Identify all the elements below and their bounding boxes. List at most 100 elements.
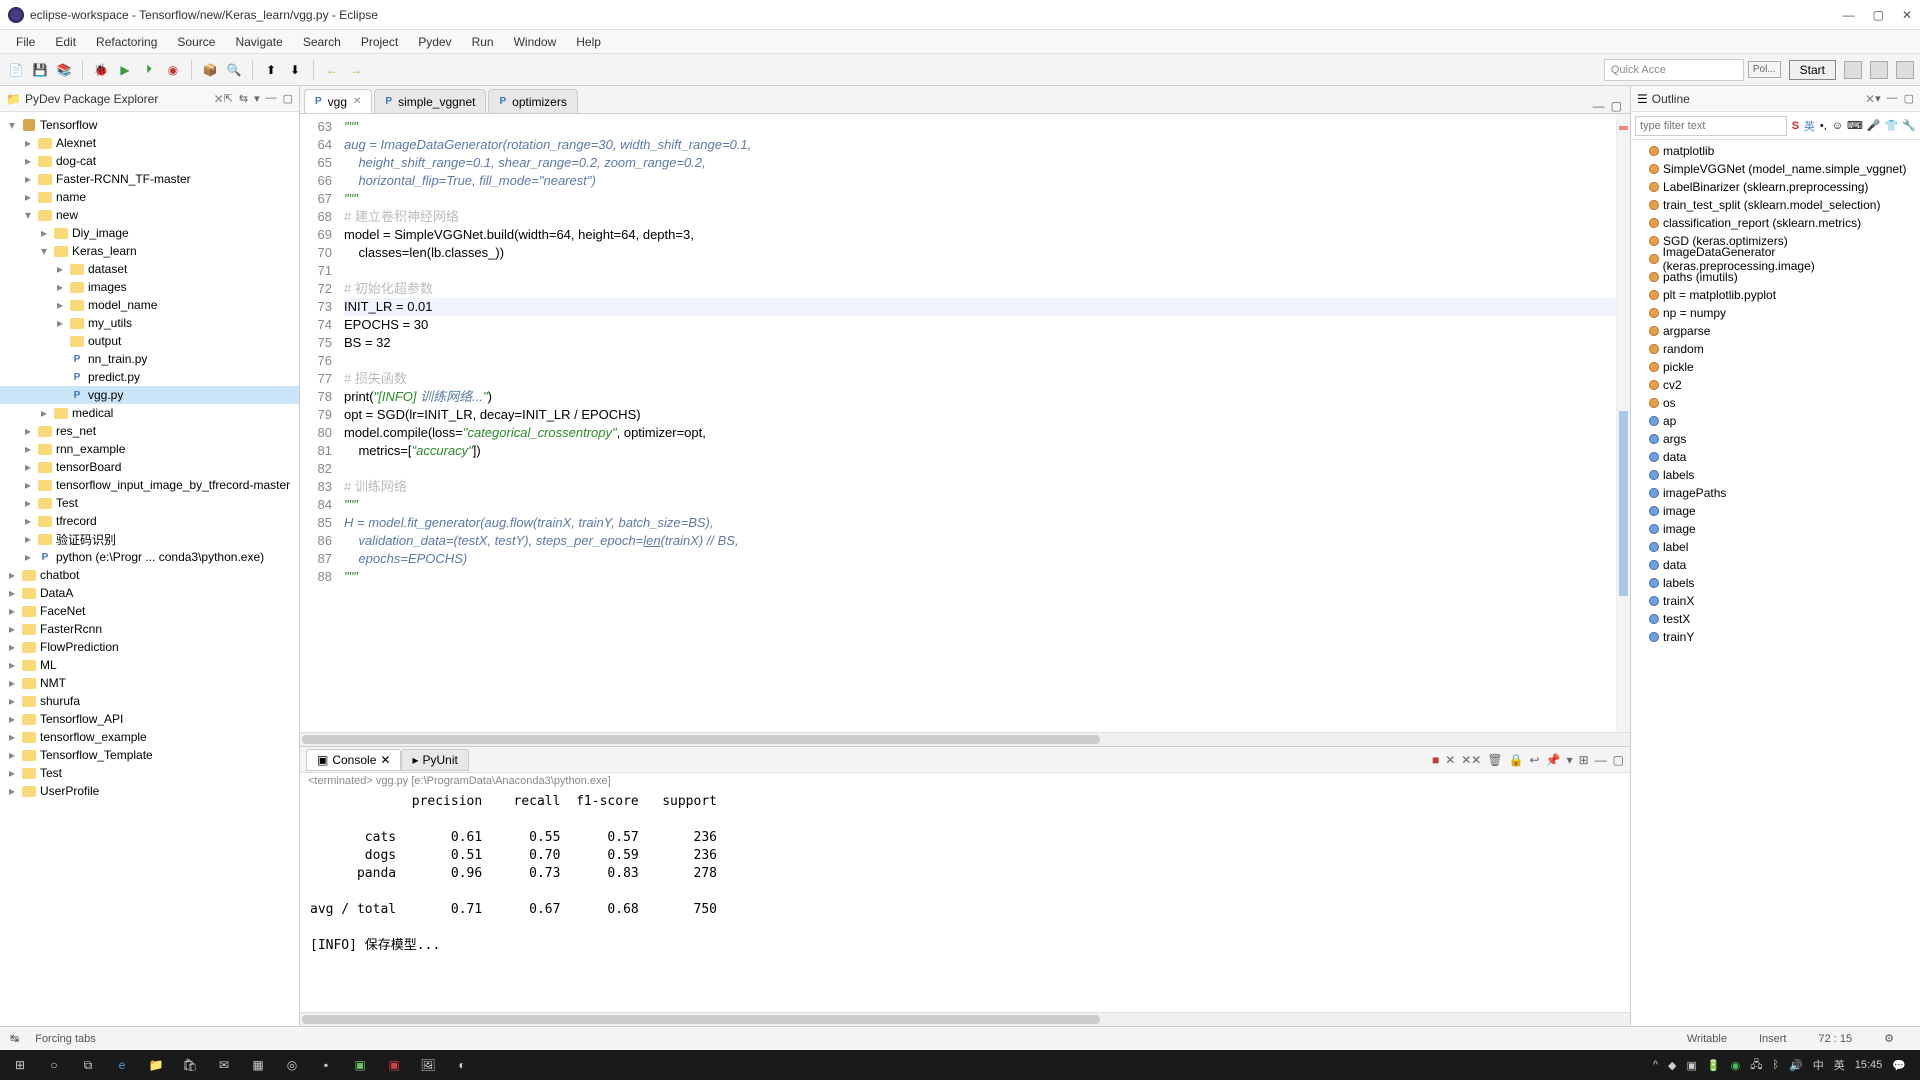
open-console-icon[interactable]: ⊞ (1579, 753, 1589, 767)
maximize-console-icon[interactable]: ▢ (1613, 753, 1624, 767)
eclipse-task-icon[interactable]: ◐ (446, 1051, 478, 1079)
tree-item[interactable]: ▸tensorBoard (0, 458, 299, 476)
package-tree[interactable]: ▾Tensorflow▸Alexnet▸dog-cat▸Faster-RCNN_… (0, 112, 299, 1026)
tree-item[interactable]: ▸my_utils (0, 314, 299, 332)
display-console-icon[interactable]: ▾ (1567, 753, 1573, 767)
tree-item[interactable]: output (0, 332, 299, 350)
scroll-lock-icon[interactable]: 🔒 (1509, 753, 1524, 767)
outline-tree[interactable]: matplotlibSimpleVGGNet (model_name.simpl… (1631, 140, 1920, 1026)
menu-refactoring[interactable]: Refactoring (86, 35, 167, 49)
edge-icon[interactable]: e (106, 1051, 138, 1079)
twisty-icon[interactable]: ▸ (54, 280, 66, 294)
editor-tab[interactable]: Poptimizers (488, 89, 577, 113)
twisty-icon[interactable]: ▸ (6, 586, 18, 600)
minimize-outline-icon[interactable]: — (1887, 92, 1898, 105)
tree-item[interactable]: ▸chatbot (0, 566, 299, 584)
pyunit-tab[interactable]: ▸ PyUnit (401, 749, 468, 771)
twisty-icon[interactable]: ▸ (22, 478, 34, 492)
twisty-icon[interactable]: ▸ (6, 568, 18, 582)
tray-up-icon[interactable]: ^ (1653, 1059, 1658, 1071)
twisty-icon[interactable]: ▸ (22, 172, 34, 186)
tree-item[interactable]: ▸验证码识别 (0, 530, 299, 548)
tray-ime1[interactable]: 中 (1813, 1057, 1824, 1073)
twisty-icon[interactable]: ▸ (6, 604, 18, 618)
photos-icon[interactable]: 🖼 (412, 1051, 444, 1079)
code-area[interactable]: """aug = ImageDataGenerator(rotation_ran… (340, 114, 1616, 732)
tree-item[interactable]: ▸medical (0, 404, 299, 422)
view-menu-icon[interactable]: ▾ (254, 92, 260, 105)
ime-voice-icon[interactable]: 🎤 (1867, 118, 1881, 134)
outline-item[interactable]: trainY (1631, 628, 1920, 646)
twisty-icon[interactable]: ▸ (22, 550, 34, 564)
open-perspective-icon[interactable] (1844, 61, 1862, 79)
outline-item[interactable]: ImageDataGenerator (keras.preprocessing.… (1631, 250, 1920, 268)
twisty-icon[interactable]: ▸ (22, 496, 34, 510)
sougou-icon[interactable]: S (1791, 118, 1800, 134)
prev-annotation-icon[interactable]: ⬆ (261, 60, 281, 80)
editor-hscroll[interactable] (300, 732, 1630, 746)
tree-item[interactable]: ▸model_name (0, 296, 299, 314)
twisty-icon[interactable]: ▸ (6, 712, 18, 726)
tree-item[interactable]: ▸NMT (0, 674, 299, 692)
outline-item[interactable]: os (1631, 394, 1920, 412)
twisty-icon[interactable]: ▸ (22, 190, 34, 204)
twisty-icon[interactable]: ▸ (38, 406, 50, 420)
twisty-icon[interactable]: ▸ (22, 532, 34, 546)
menu-file[interactable]: File (6, 35, 45, 49)
close-outline-icon[interactable]: ✕ (1865, 92, 1875, 106)
outline-item[interactable]: random (1631, 340, 1920, 358)
clear-console-icon[interactable]: 🗑 (1487, 753, 1502, 767)
minimize-editor-icon[interactable]: — (1593, 99, 1605, 113)
menu-source[interactable]: Source (167, 35, 225, 49)
outline-item[interactable]: plt = matplotlib.pyplot (1631, 286, 1920, 304)
outline-item[interactable]: labels (1631, 466, 1920, 484)
console-tab[interactable]: ▣ Console ✕ (306, 749, 401, 771)
ime-emoji-icon[interactable]: ☺ (1832, 118, 1843, 134)
tree-item[interactable]: ▸images (0, 278, 299, 296)
app2-icon[interactable]: ▣ (344, 1051, 376, 1079)
tray-ime2[interactable]: 英 (1834, 1057, 1845, 1073)
tree-item[interactable]: ▸name (0, 188, 299, 206)
outline-item[interactable]: classification_report (sklearn.metrics) (1631, 214, 1920, 232)
tree-item[interactable]: ▸rnn_example (0, 440, 299, 458)
twisty-icon[interactable]: ▸ (22, 424, 34, 438)
outline-item[interactable]: pickle (1631, 358, 1920, 376)
next-annotation-icon[interactable]: ⬇ (285, 60, 305, 80)
maximize-button[interactable]: ▢ (1873, 8, 1884, 22)
code-editor[interactable]: 6364656667686970717273747576777879808182… (300, 114, 1630, 732)
start-menu-icon[interactable]: ⊞ (4, 1051, 36, 1079)
menu-run[interactable]: Run (462, 35, 504, 49)
outline-item[interactable]: labels (1631, 574, 1920, 592)
console-hscroll[interactable] (300, 1012, 1630, 1026)
tray-time[interactable]: 15:45 (1855, 1059, 1883, 1071)
back-icon[interactable]: ← (322, 60, 342, 80)
twisty-icon[interactable]: ▸ (22, 154, 34, 168)
tree-item[interactable]: ▸shurufa (0, 692, 299, 710)
twisty-icon[interactable]: ▸ (54, 298, 66, 312)
tree-item[interactable]: ▾Tensorflow (0, 116, 299, 134)
tree-item[interactable]: ▸dataset (0, 260, 299, 278)
collapse-all-icon[interactable]: ⇱ (224, 92, 233, 105)
tray-wechat-icon[interactable]: ◉ (1731, 1059, 1741, 1072)
menu-help[interactable]: Help (566, 35, 611, 49)
tree-item[interactable]: ▸FasterRcnn (0, 620, 299, 638)
menu-project[interactable]: Project (351, 35, 408, 49)
console-output[interactable]: precision recall f1-score support cats 0… (300, 789, 1630, 1012)
twisty-icon[interactable]: ▸ (22, 136, 34, 150)
close-button[interactable]: ✕ (1902, 8, 1912, 22)
outline-item[interactable]: trainX (1631, 592, 1920, 610)
outline-item[interactable]: image (1631, 502, 1920, 520)
editor-tab[interactable]: Pvgg✕ (304, 89, 372, 113)
chrome-icon[interactable]: ◎ (276, 1051, 308, 1079)
task-view-icon[interactable]: ⧉ (72, 1051, 104, 1079)
java-perspective-icon[interactable] (1896, 61, 1914, 79)
twisty-icon[interactable]: ▸ (6, 766, 18, 780)
twisty-icon[interactable]: ▸ (22, 514, 34, 528)
app1-icon[interactable]: ▦ (242, 1051, 274, 1079)
tray-app2-icon[interactable]: ▣ (1686, 1059, 1696, 1072)
outline-item[interactable]: matplotlib (1631, 142, 1920, 160)
tree-item[interactable]: ▸Tensorflow_API (0, 710, 299, 728)
ime-tool-icon[interactable]: 🔧 (1902, 118, 1916, 134)
menu-window[interactable]: Window (504, 35, 567, 49)
twisty-icon[interactable]: ▸ (54, 316, 66, 330)
